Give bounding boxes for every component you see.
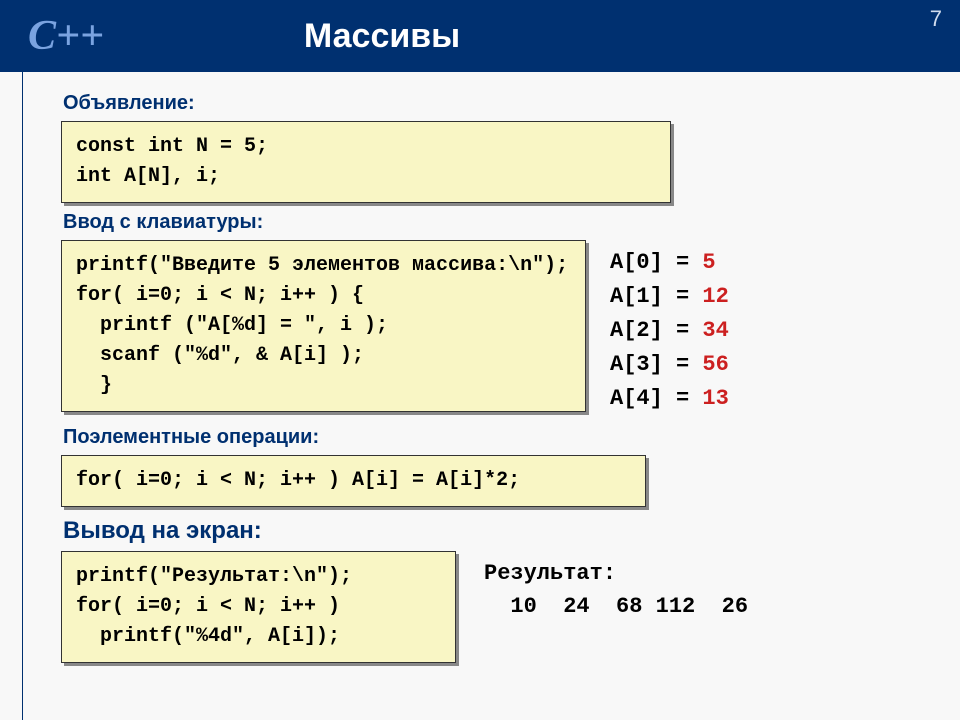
cpp-logo: C++ (28, 12, 104, 60)
label-declaration: Объявление: (63, 92, 940, 115)
array-entry: A[0] = 5 (610, 246, 729, 280)
array-entry: A[2] = 34 (610, 314, 729, 348)
array-entry: A[1] = 12 (610, 280, 729, 314)
result-values: 10 24 68 112 26 (484, 590, 748, 623)
code-ops: for( i=0; i < N; i++ ) A[i] = A[i]*2; (61, 455, 646, 507)
code-input: printf("Введите 5 элементов массива:\n")… (61, 240, 586, 412)
result-label: Результат: (484, 557, 748, 590)
array-entry: A[3] = 56 (610, 348, 729, 382)
array-values-list: A[0] = 5 A[1] = 12 A[2] = 34 A[3] = 56 A… (610, 246, 729, 416)
page-number: 7 (930, 6, 942, 32)
label-output: Вывод на экран: (63, 517, 940, 545)
result-block: Результат: 10 24 68 112 26 (484, 557, 748, 623)
slide-header: C++ Массивы 7 (0, 0, 960, 72)
code-declaration: const int N = 5; int A[N], i; (61, 121, 671, 203)
label-input: Ввод с клавиатуры: (63, 211, 940, 234)
slide-title: Массивы (304, 17, 460, 56)
label-ops: Поэлементные операции: (63, 426, 940, 449)
slide-content: Объявление: const int N = 5; int A[N], i… (22, 72, 960, 720)
array-entry: A[4] = 13 (610, 382, 729, 416)
code-output: printf("Результат:\n"); for( i=0; i < N;… (61, 551, 456, 663)
